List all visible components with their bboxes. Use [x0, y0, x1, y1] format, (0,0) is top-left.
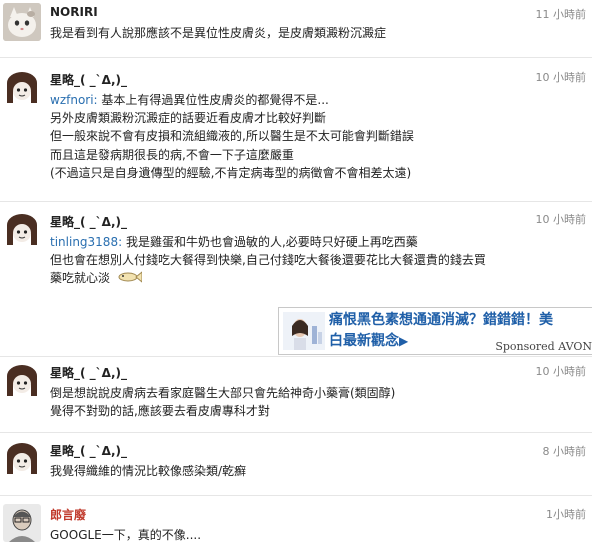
- divider: [0, 201, 592, 202]
- comment-line: 倒是想說說皮膚病去看家庭醫生大部只會先給神奇小藥膏(類固醇): [50, 386, 396, 400]
- comment-timestamp: 10 小時前: [535, 71, 587, 84]
- ferret-avatar-icon[interactable]: [3, 362, 41, 400]
- comment-text: tinling3188: 我是雞蛋和牛奶也會過敏的人,必要時只好硬上再吃西藥 但…: [50, 233, 590, 288]
- ferret-avatar-icon[interactable]: [3, 440, 41, 478]
- comment-timestamp: 8 小時前: [542, 445, 587, 458]
- comment-line: (不過這只是自身遺傳型的經驗,不肯定病毒型的病徵會不會相差太遠): [50, 165, 412, 180]
- comment-line: 我覺得纖維的情況比較像感染類/乾癬: [50, 464, 247, 478]
- mention-link[interactable]: tinling3188:: [50, 235, 122, 249]
- comment-text: GOOGLE一下，真的不像....: [50, 526, 590, 544]
- comment-line: 基本上有得過異位性皮膚炎的都覺得不是...: [97, 93, 329, 107]
- divider: [0, 57, 592, 58]
- comment-text: wzfnori: 基本上有得過異位性皮膚炎的都覺得不是... 另外皮膚類澱粉沉澱…: [50, 91, 590, 182]
- comment-author[interactable]: 星略_( _`Δ,)_: [50, 364, 127, 381]
- divider: [0, 356, 592, 357]
- fish-icon: [118, 270, 143, 288]
- comment-text: 我是看到有人說那應該不是異位性皮膚炎，是皮膚類澱粉沉澱症: [50, 24, 590, 42]
- comment-line: 但也會在想別人付錢吃大餐得到快樂,自己付錢吃大餐後還要花比大餐還貴的錢去買: [50, 253, 486, 268]
- sponsored-label: Sponsored AVON: [495, 340, 592, 353]
- comment-timestamp: 1小時前: [546, 508, 586, 521]
- comment-line: 我是雞蛋和牛奶也會過敏的人,必要時只好硬上再吃西藥: [122, 235, 418, 249]
- divider: [0, 495, 592, 496]
- person-avatar-icon[interactable]: [3, 504, 41, 542]
- play-arrow-icon: ▶: [399, 334, 409, 348]
- ferret-avatar-icon[interactable]: [3, 211, 41, 249]
- ad-image[interactable]: [283, 312, 325, 350]
- comment-line: GOOGLE一下，真的不像....: [50, 528, 202, 542]
- comment-line: 覺得不對勁的話,應該要去看皮膚專科才對: [50, 404, 270, 419]
- comment-author[interactable]: NORIRI: [50, 5, 98, 19]
- comment-text: 倒是想說說皮膚病去看家庭醫生大部只會先給神奇小藥膏(類固醇) 覺得不對勁的話,應…: [50, 384, 590, 420]
- mention-link[interactable]: wzfnori:: [50, 93, 98, 107]
- comment-line: 另外皮膚類澱粉沉澱症的話要近看皮膚才比較好判斷: [50, 111, 327, 126]
- comment-text: 我覺得纖維的情況比較像感染類/乾癬: [50, 462, 590, 480]
- cat-avatar-icon[interactable]: [3, 3, 41, 41]
- comment-timestamp: 10 小時前: [535, 365, 587, 378]
- comment-line: 我是看到有人說那應該不是異位性皮膚炎，是皮膚類澱粉沉澱症: [50, 26, 387, 40]
- comment-author[interactable]: 郎言廢: [50, 506, 86, 523]
- comment-line: 而且這是發病期很長的病,不會一下子這麼嚴重: [50, 147, 294, 162]
- divider: [0, 432, 592, 433]
- comment-author[interactable]: 星略_( _`Δ,)_: [50, 213, 127, 230]
- comment-author[interactable]: 星略_( _`Δ,)_: [50, 71, 127, 88]
- ferret-avatar-icon[interactable]: [3, 69, 41, 107]
- comment-author[interactable]: 星略_( _`Δ,)_: [50, 442, 127, 459]
- comment-line: 但一般來說不會有皮損和流組織液的,所以醫生是不太可能會判斷錯誤: [50, 129, 414, 144]
- comment-timestamp: 11 小時前: [535, 8, 587, 21]
- comment-timestamp: 10 小時前: [535, 213, 587, 226]
- comment-line: 藥吃就心淡: [50, 271, 111, 286]
